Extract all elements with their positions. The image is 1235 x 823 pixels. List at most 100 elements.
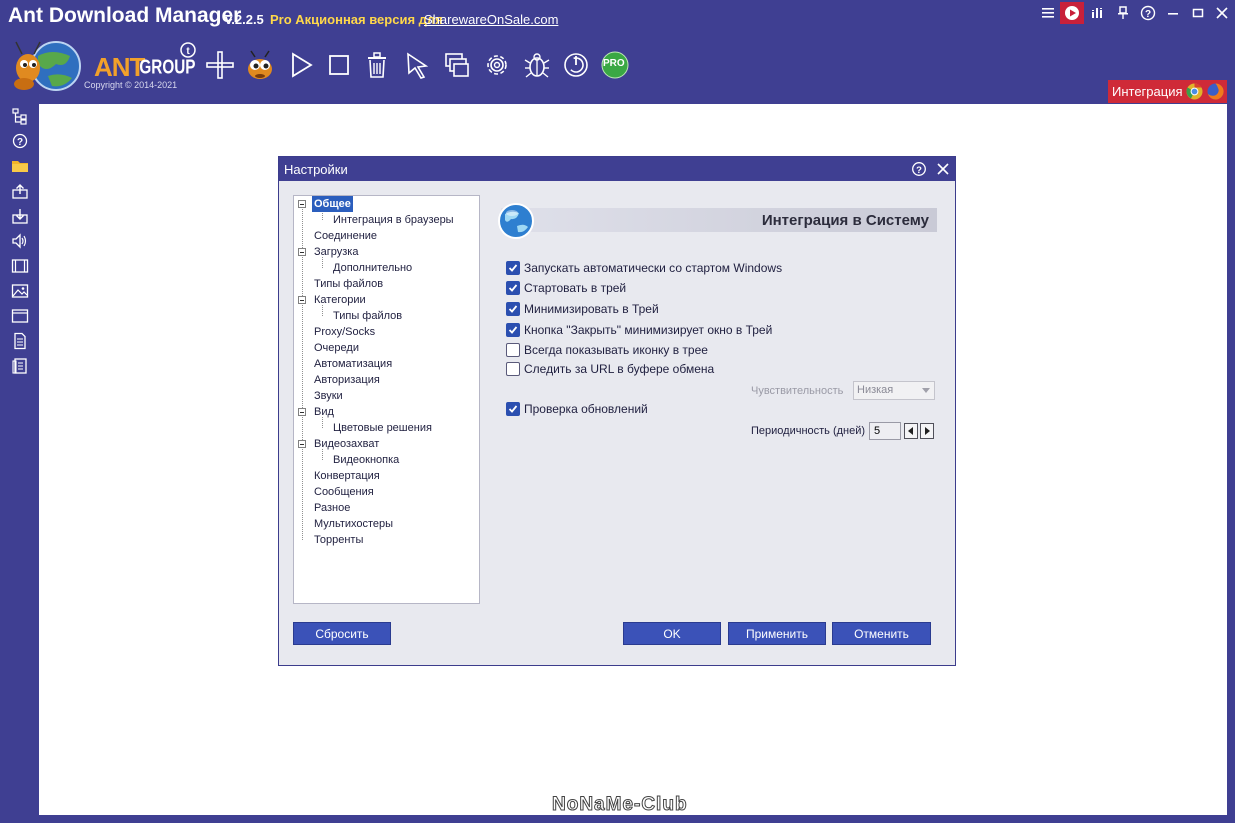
app-title: Ant Download Manager — [8, 4, 242, 27]
tree-item-advanced[interactable]: Дополнительно — [333, 260, 412, 276]
svg-text:?: ? — [916, 165, 922, 176]
upload-icon[interactable] — [10, 181, 30, 201]
tree-item-multihosters[interactable]: Мультихостеры — [314, 516, 393, 532]
pointer-icon[interactable] — [400, 48, 434, 82]
tree-item-torrents[interactable]: Торренты — [314, 532, 363, 548]
menu-icon[interactable] — [1036, 2, 1060, 24]
add-icon[interactable] — [203, 48, 237, 82]
pin-icon[interactable] — [1111, 2, 1135, 24]
integration-button-label: Интеграция — [1112, 84, 1183, 99]
checkbox-autostart[interactable] — [506, 261, 520, 275]
ok-button[interactable]: OK — [623, 622, 721, 645]
windows-icon[interactable] — [440, 48, 474, 82]
tree-item-category-file-types[interactable]: Типы файлов — [333, 308, 402, 324]
tree-item-automation[interactable]: Автоматизация — [314, 356, 392, 372]
option-close-minimizes[interactable]: Кнопка "Закрыть" минимизирует окно в Тре… — [506, 322, 772, 338]
archive-icon[interactable] — [10, 356, 30, 376]
tree-item-authorization[interactable]: Авторизация — [314, 372, 380, 388]
copyright: Copyright © 2014-2021 — [84, 80, 178, 90]
option-check-updates[interactable]: Проверка обновлений — [506, 401, 648, 417]
tree-item-video-button[interactable]: Видеокнопка — [333, 452, 399, 468]
version-label: v.2.2.5 — [225, 12, 264, 27]
checkbox-check-updates[interactable] — [506, 402, 520, 416]
stop-icon[interactable] — [322, 48, 356, 82]
bug-icon[interactable] — [520, 48, 554, 82]
tree-item-view[interactable]: Вид — [314, 404, 334, 420]
trash-icon[interactable] — [360, 48, 394, 82]
dialog-title: Настройки — [284, 162, 348, 177]
checkbox-always-show-tray-icon[interactable] — [506, 343, 520, 357]
svg-text:?: ? — [17, 137, 23, 148]
dialog-close-icon[interactable] — [936, 162, 950, 181]
tree-expander[interactable] — [298, 248, 306, 256]
checkbox-minimize-to-tray[interactable] — [506, 302, 520, 316]
option-label: Кнопка "Закрыть" минимизирует окно в Тре… — [524, 323, 773, 337]
play-record-icon[interactable] — [1060, 2, 1084, 24]
tree-expander[interactable] — [298, 200, 306, 208]
tree-item-misc[interactable]: Разное — [314, 500, 350, 516]
chrome-icon — [1186, 83, 1203, 105]
power-icon[interactable] — [559, 48, 593, 82]
section-header: Интеграция в Систему — [501, 208, 937, 232]
folder-icon[interactable] — [10, 156, 30, 176]
close-icon[interactable] — [1210, 2, 1234, 24]
dialog-help-icon[interactable]: ? — [911, 161, 927, 182]
tree-item-general[interactable]: Общее — [312, 196, 353, 212]
dialog-title-bar[interactable]: Настройки ? — [279, 157, 955, 181]
option-start-in-tray[interactable]: Стартовать в трей — [506, 280, 626, 296]
option-monitor-clipboard[interactable]: Следить за URL в буфере обмена — [506, 361, 714, 377]
checkbox-monitor-clipboard[interactable] — [506, 362, 520, 376]
help-icon[interactable]: ? — [1136, 2, 1160, 24]
cancel-button[interactable]: Отменить — [832, 622, 931, 645]
chevron-down-icon — [922, 388, 930, 393]
option-label: Запускать автоматически со стартом Windo… — [524, 261, 783, 275]
tree-item-sounds[interactable]: Звуки — [314, 388, 343, 404]
film-icon[interactable] — [10, 256, 30, 276]
levels-icon[interactable] — [1086, 2, 1110, 24]
minimize-icon[interactable] — [1161, 2, 1185, 24]
option-minimize-to-tray[interactable]: Минимизировать в Трей — [506, 301, 659, 317]
tree-item-file-types[interactable]: Типы файлов — [314, 276, 383, 292]
ant-mascot-icon[interactable] — [243, 48, 277, 82]
tree-item-categories[interactable]: Категории — [314, 292, 366, 308]
checkbox-start-in-tray[interactable] — [506, 281, 520, 295]
spin-decrease-icon[interactable] — [904, 423, 918, 439]
integration-button[interactable]: Интеграция — [1108, 80, 1227, 103]
tree-item-queues[interactable]: Очереди — [314, 340, 359, 356]
tree-item-color-schemes[interactable]: Цветовые решения — [333, 420, 432, 436]
tree-item-conversion[interactable]: Конвертация — [314, 468, 380, 484]
maximize-icon[interactable] — [1186, 2, 1210, 24]
gear-icon[interactable] — [480, 48, 514, 82]
option-label: Стартовать в трей — [524, 281, 627, 295]
spin-increase-icon[interactable] — [920, 423, 934, 439]
option-label: Следить за URL в буфере обмена — [524, 362, 715, 376]
tree-item-video-capture[interactable]: Видеозахват — [314, 436, 379, 452]
firefox-icon — [1207, 83, 1224, 105]
image-icon[interactable] — [10, 281, 30, 301]
audio-icon[interactable] — [10, 231, 30, 251]
tree-expander[interactable] — [298, 440, 306, 448]
promo-link[interactable]: SharewareOnSale.com — [424, 12, 558, 27]
play-icon[interactable] — [283, 48, 317, 82]
tree-item-connection[interactable]: Соединение — [314, 228, 377, 244]
option-always-show-tray-icon[interactable]: Всегда показывать иконку в трее — [506, 342, 708, 358]
tree-icon[interactable] — [10, 106, 30, 126]
period-input[interactable]: 5 — [869, 422, 901, 440]
tree-item-browser-integration[interactable]: Интеграция в браузеры — [333, 212, 454, 228]
apply-button[interactable]: Применить — [728, 622, 826, 645]
sensitivity-select[interactable]: Низкая — [853, 381, 935, 400]
pro-badge-icon[interactable]: PRO — [598, 48, 632, 82]
tree-item-download[interactable]: Загрузка — [314, 244, 358, 260]
window-icon[interactable] — [10, 306, 30, 326]
tree-expander[interactable] — [298, 296, 306, 304]
help-icon[interactable]: ? — [10, 131, 30, 151]
tree-item-messages[interactable]: Сообщения — [314, 484, 374, 500]
tree-expander[interactable] — [298, 408, 306, 416]
reset-button[interactable]: Сбросить — [293, 622, 391, 645]
download-icon[interactable] — [10, 206, 30, 226]
tree-item-proxy[interactable]: Proxy/Socks — [314, 324, 375, 340]
checkbox-close-minimizes[interactable] — [506, 323, 520, 337]
document-icon[interactable] — [10, 331, 30, 351]
promo-text: Pro Акционная версия для — [270, 12, 443, 27]
option-autostart[interactable]: Запускать автоматически со стартом Windo… — [506, 260, 782, 276]
